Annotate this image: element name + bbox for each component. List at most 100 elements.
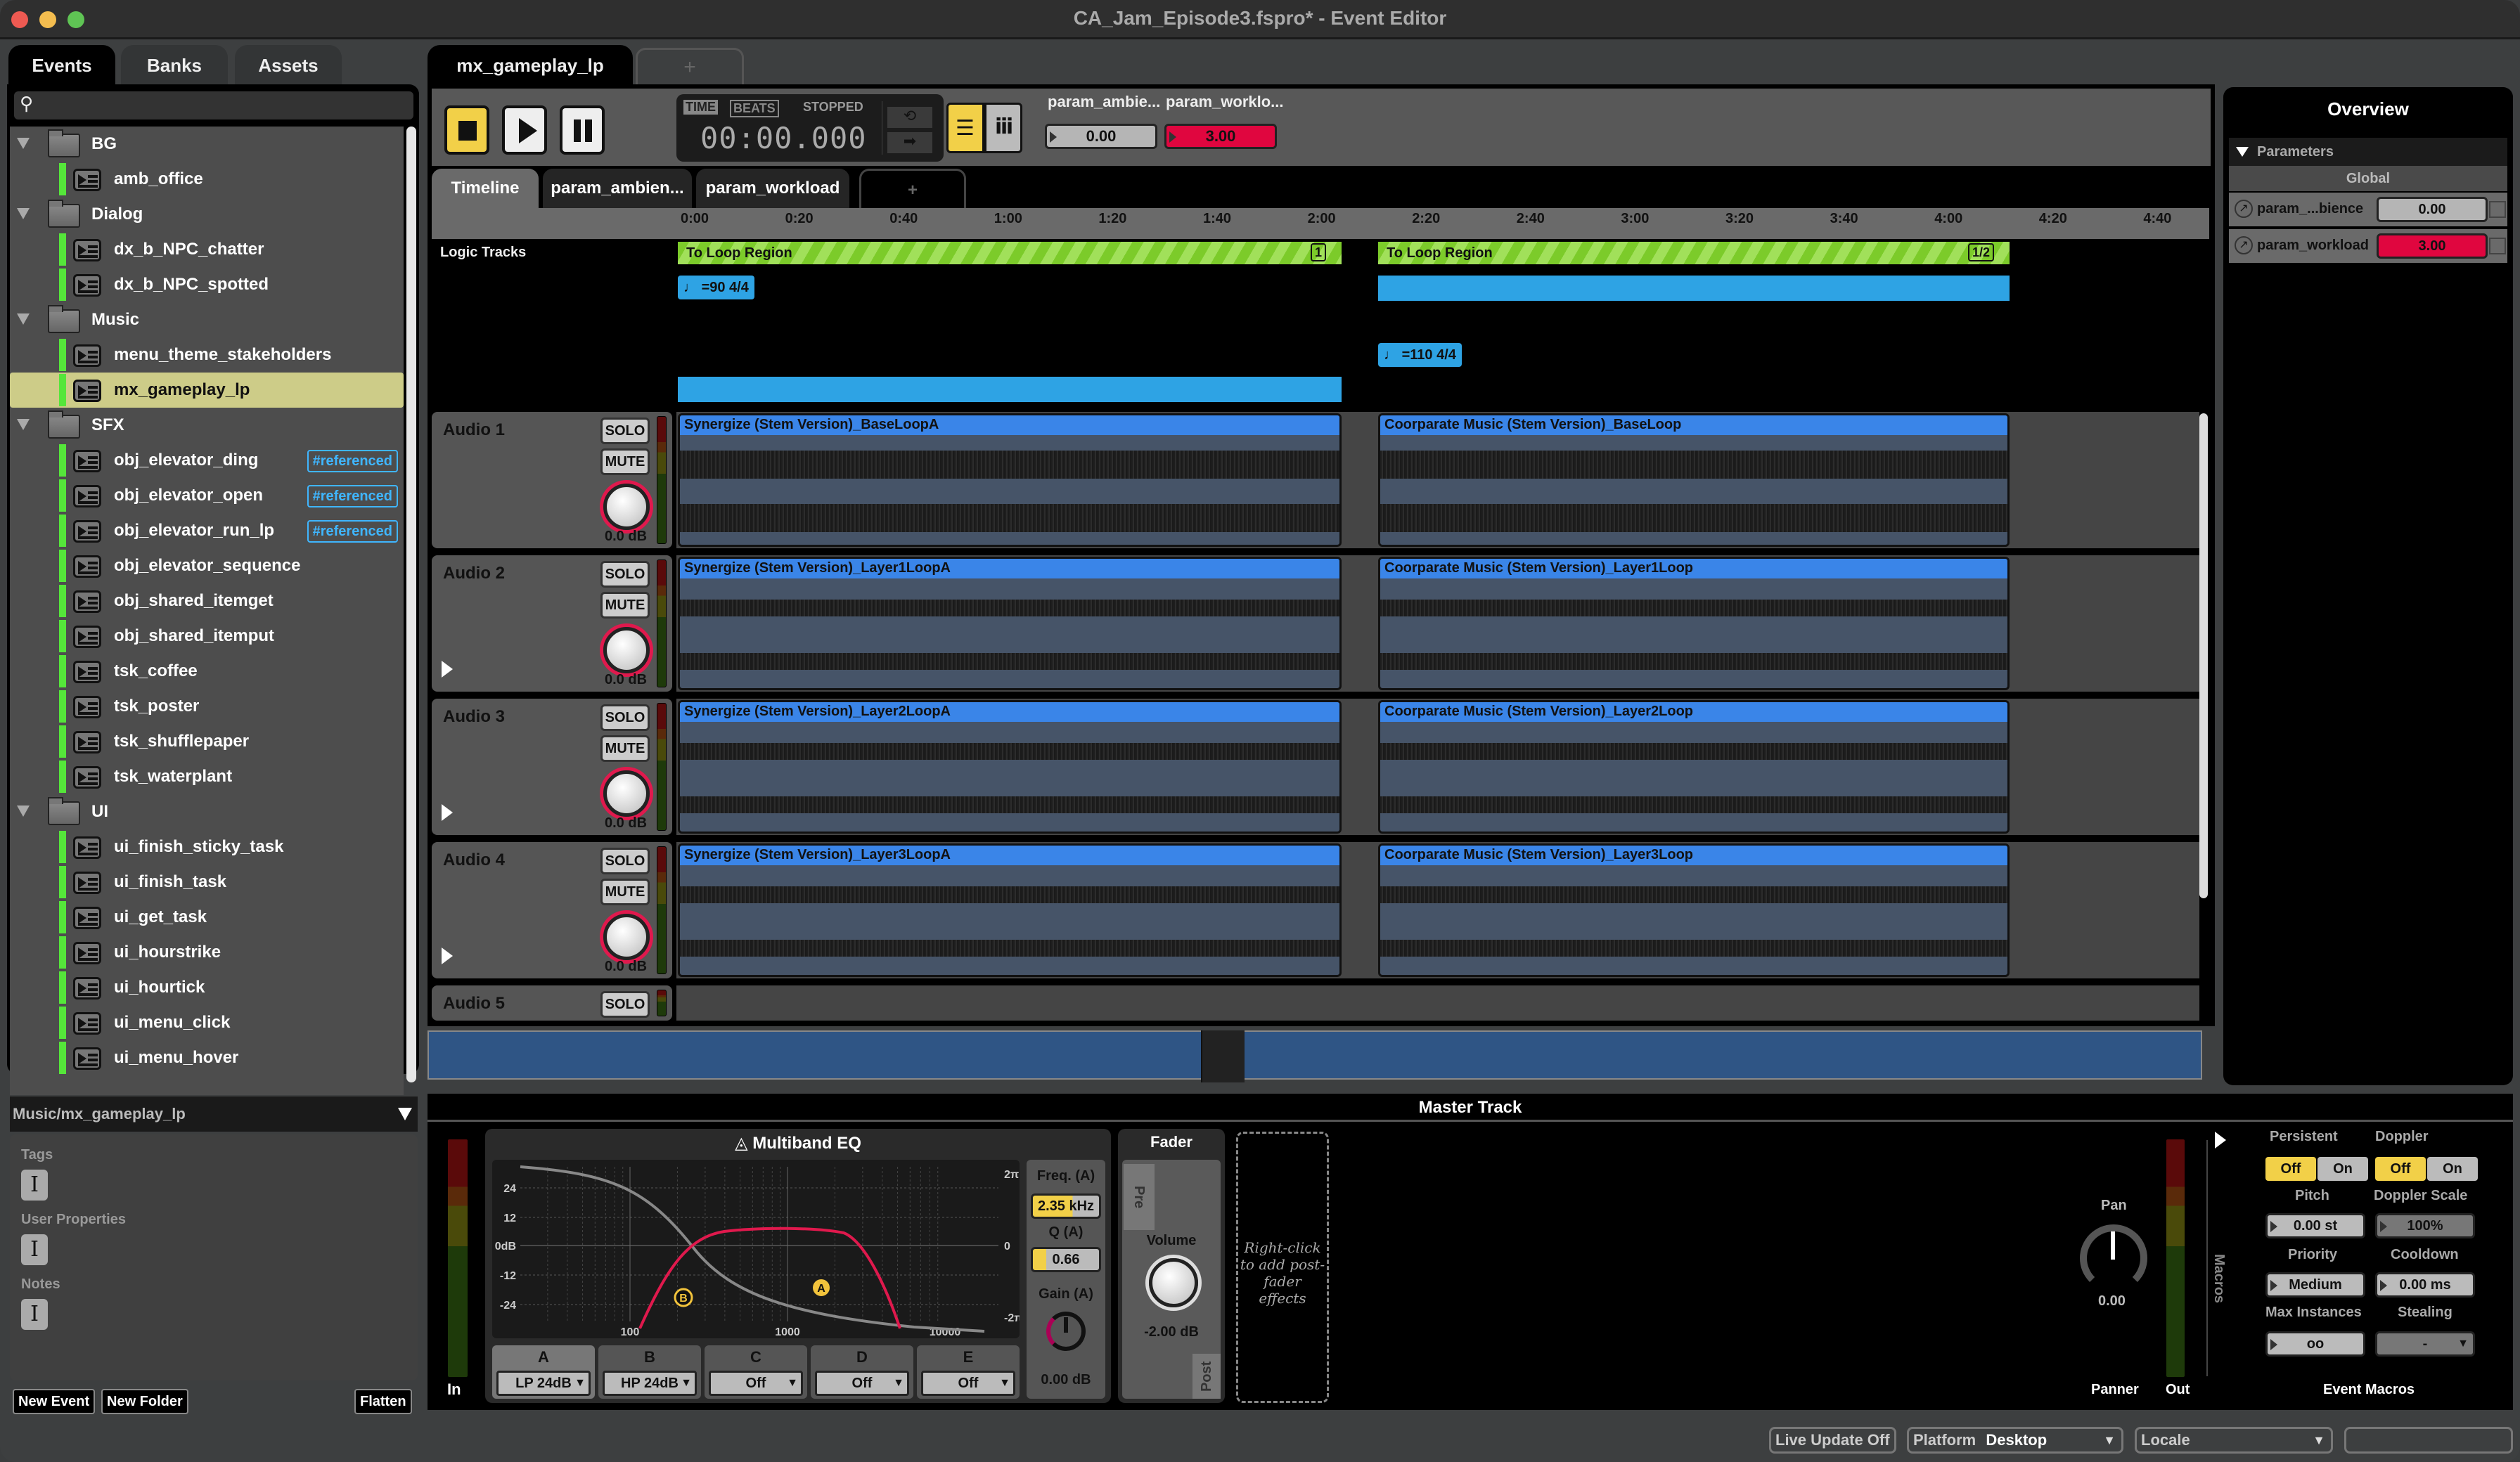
play-button[interactable] bbox=[502, 105, 547, 155]
mute-button[interactable]: MUTE bbox=[600, 879, 650, 905]
tree-event[interactable]: tsk_waterplant bbox=[10, 759, 404, 794]
persistent-on-button[interactable]: On bbox=[2318, 1157, 2368, 1181]
tree-event[interactable]: mx_gameplay_lp bbox=[10, 373, 404, 408]
persistent-off-button[interactable]: Off bbox=[2265, 1157, 2316, 1181]
freq-value[interactable]: 2.35 kHz bbox=[1031, 1193, 1101, 1219]
timeline-ruler[interactable]: 0:00 0:20 0:40 1:00 1:20 1:40 2:00 2:20 2:40 3:00… bbox=[676, 208, 2209, 239]
q-value[interactable]: 0.66 bbox=[1031, 1247, 1101, 1272]
triangle-down-icon[interactable] bbox=[17, 138, 30, 149]
tree-event[interactable]: ui_hourtick bbox=[10, 970, 404, 1005]
post-fader-handle[interactable]: Post bbox=[1192, 1354, 1221, 1399]
tree-event[interactable]: obj_shared_itemget bbox=[10, 583, 404, 619]
tree-event[interactable]: amb_office bbox=[10, 162, 404, 197]
param-ambience-value[interactable]: 0.00 bbox=[1045, 124, 1157, 149]
track-header[interactable]: Audio 3 SOLO MUTE 0.0 dB bbox=[432, 699, 672, 835]
band-type-dropdown[interactable]: HP 24dB bbox=[603, 1371, 697, 1396]
doppler-scale-value[interactable]: 100% bbox=[2375, 1213, 2475, 1238]
expand-track-icon[interactable] bbox=[442, 804, 453, 821]
param-checkbox[interactable] bbox=[2489, 201, 2506, 218]
band-type-dropdown[interactable]: Off bbox=[921, 1371, 1015, 1396]
minimap-viewport-handle[interactable] bbox=[1201, 1030, 1245, 1082]
eq-band-e[interactable]: E Off bbox=[917, 1345, 1020, 1399]
solo-button[interactable]: SOLO bbox=[600, 561, 650, 588]
triangle-down-icon[interactable] bbox=[17, 313, 30, 325]
selected-path[interactable]: Music/mx_gameplay_lp bbox=[10, 1096, 418, 1132]
tree-folder[interactable]: UI bbox=[10, 794, 404, 829]
eq-band-c[interactable]: C Off bbox=[705, 1345, 807, 1399]
param-value[interactable]: 3.00 bbox=[2377, 233, 2488, 259]
tree-folder[interactable]: Music bbox=[10, 302, 404, 337]
platform-selector[interactable]: Platform Desktop ▼ bbox=[1907, 1427, 2123, 1454]
add-subtab-button[interactable]: + bbox=[859, 169, 966, 208]
tree-event[interactable]: ui_finish_sticky_task bbox=[10, 829, 404, 865]
audio-clip[interactable]: Coorparate Music (Stem Version)_Layer1Lo… bbox=[1378, 557, 2010, 690]
pause-button[interactable] bbox=[560, 105, 605, 155]
transition-region-2[interactable] bbox=[1378, 276, 2010, 301]
tree-folder[interactable]: SFX bbox=[10, 408, 404, 443]
follow-playback-button[interactable]: ➡ bbox=[887, 132, 932, 153]
notes-edit-button[interactable]: I bbox=[21, 1299, 48, 1330]
tree-scrollbar[interactable] bbox=[406, 127, 416, 1082]
track-header[interactable]: Audio 1 SOLO MUTE 0.0 dB bbox=[432, 412, 672, 548]
add-tab-button[interactable]: + bbox=[636, 48, 744, 86]
expand-macros-icon[interactable] bbox=[2215, 1132, 2226, 1149]
chevron-down-icon[interactable] bbox=[398, 1108, 412, 1120]
search-input[interactable]: ⚲ bbox=[14, 91, 413, 119]
tree-event[interactable]: ui_get_task bbox=[10, 900, 404, 935]
tab-assets[interactable]: Assets bbox=[235, 45, 342, 86]
audio-clip[interactable]: Coorparate Music (Stem Version)_BaseLoop bbox=[1378, 413, 2010, 547]
tree-folder[interactable]: BG bbox=[10, 127, 404, 162]
track-volume-knob[interactable] bbox=[603, 484, 650, 530]
triangle-down-icon[interactable] bbox=[17, 419, 30, 430]
user-properties-edit-button[interactable]: I bbox=[21, 1234, 48, 1265]
max-instances-value[interactable]: oo bbox=[2265, 1331, 2365, 1357]
tree-event[interactable]: ui_menu_hover bbox=[10, 1040, 404, 1075]
new-folder-button[interactable]: New Folder bbox=[101, 1389, 188, 1414]
audio-clip[interactable]: Synergize (Stem Version)_Layer3LoopA bbox=[678, 843, 1342, 977]
triangle-down-icon[interactable] bbox=[17, 806, 30, 817]
tree-event[interactable]: obj_elevator_run_lp #referenced bbox=[10, 513, 404, 548]
locale-selector[interactable]: Locale ▼ bbox=[2135, 1427, 2333, 1454]
subtab-timeline[interactable]: Timeline bbox=[432, 169, 539, 208]
track-lane[interactable] bbox=[676, 985, 2199, 1021]
tree-folder[interactable]: Dialog bbox=[10, 197, 404, 232]
tab-event-editor[interactable]: mx_gameplay_lp bbox=[428, 45, 633, 86]
loop-region-1[interactable]: To Loop Region 1 bbox=[678, 242, 1342, 264]
eq-band-b[interactable]: B HP 24dB bbox=[598, 1345, 701, 1399]
tab-banks[interactable]: Banks bbox=[121, 45, 228, 86]
cooldown-value[interactable]: 0.00 ms bbox=[2375, 1272, 2475, 1298]
tree-event[interactable]: tsk_coffee bbox=[10, 654, 404, 689]
tracks-scrollbar[interactable] bbox=[2199, 413, 2208, 898]
eq-band-a[interactable]: A LP 24dB bbox=[492, 1345, 595, 1399]
audio-clip[interactable]: Synergize (Stem Version)_Layer1LoopA bbox=[678, 557, 1342, 690]
solo-button[interactable]: SOLO bbox=[600, 704, 650, 731]
tree-event[interactable]: obj_elevator_ding #referenced bbox=[10, 443, 404, 478]
tree-event[interactable]: dx_b_NPC_spotted bbox=[10, 267, 404, 302]
audio-clip[interactable]: Coorparate Music (Stem Version)_Layer2Lo… bbox=[1378, 700, 2010, 834]
tree-event[interactable]: obj_shared_itemput bbox=[10, 619, 404, 654]
tree-event[interactable]: tsk_shufflepaper bbox=[10, 724, 404, 759]
solo-button[interactable]: SOLO bbox=[600, 848, 650, 874]
stealing-dropdown[interactable]: - ▼ bbox=[2375, 1331, 2475, 1357]
tree-event[interactable]: ui_finish_task bbox=[10, 865, 404, 900]
timeline-overview-minimap[interactable] bbox=[428, 1030, 2202, 1080]
tab-events[interactable]: Events bbox=[8, 45, 115, 86]
triangle-down-icon[interactable] bbox=[17, 208, 30, 219]
tags-edit-button[interactable]: I bbox=[21, 1170, 48, 1201]
pitch-value[interactable]: 0.00 st bbox=[2265, 1213, 2365, 1238]
eq-response-graph[interactable]: 24120dB-12-242π0-2π100 1000 10000 A B bbox=[492, 1160, 1020, 1338]
loop-playback-button[interactable]: ⟲ bbox=[887, 107, 932, 128]
tempo-marker-1[interactable]: ♩ =90 4/4 bbox=[678, 276, 754, 299]
doppler-on-button[interactable]: On bbox=[2427, 1157, 2478, 1181]
param-value[interactable]: 0.00 bbox=[2377, 197, 2488, 222]
param-checkbox[interactable] bbox=[2489, 238, 2506, 254]
subtab-param-workload[interactable]: param_workload bbox=[696, 169, 849, 208]
doppler-off-button[interactable]: Off bbox=[2375, 1157, 2426, 1181]
parameters-section-header[interactable]: Parameters bbox=[2229, 138, 2507, 166]
mute-button[interactable]: MUTE bbox=[600, 448, 650, 475]
transition-region-1[interactable] bbox=[678, 377, 1342, 402]
track-volume-knob[interactable] bbox=[603, 914, 650, 960]
band-type-dropdown[interactable]: Off bbox=[815, 1371, 909, 1396]
mute-button[interactable]: MUTE bbox=[600, 735, 650, 762]
tree-event[interactable]: obj_elevator_open #referenced bbox=[10, 478, 404, 513]
